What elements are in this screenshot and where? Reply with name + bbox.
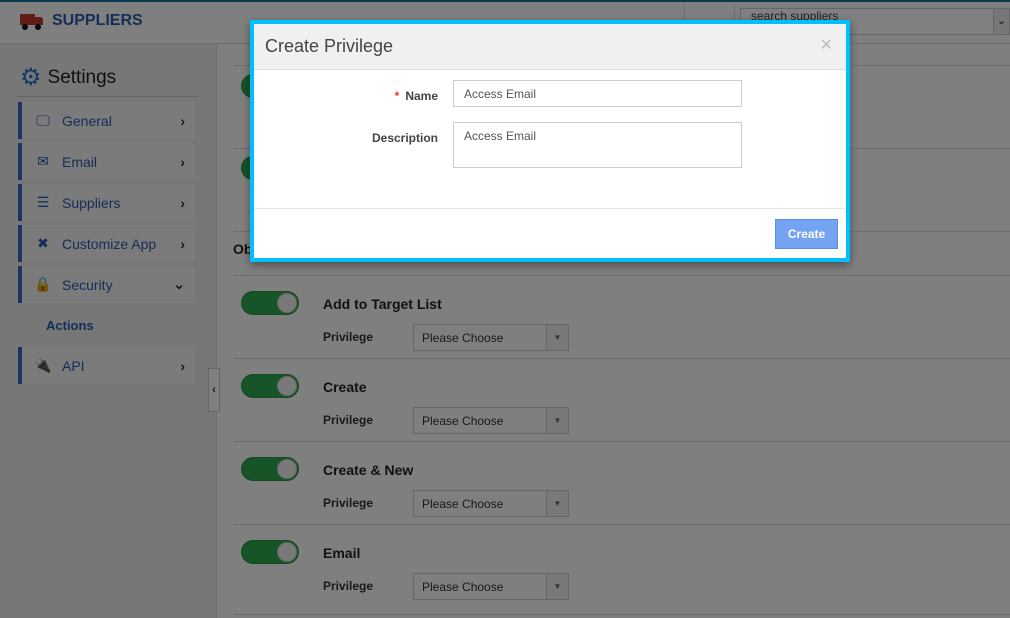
- create-privilege-modal: Create Privilege × * Name Description Acc…: [250, 20, 850, 262]
- modal-footer-divider: [254, 208, 846, 209]
- description-field[interactable]: Access Email: [453, 122, 742, 168]
- create-button[interactable]: Create: [775, 219, 838, 249]
- modal-title: Create Privilege: [265, 36, 394, 56]
- name-label: * Name: [395, 89, 438, 103]
- name-label-text: Name: [405, 89, 438, 103]
- chevron-down-icon[interactable]: ⌄: [993, 9, 1009, 34]
- name-field[interactable]: [453, 80, 742, 107]
- modal-header: Create Privilege ×: [254, 24, 846, 70]
- close-icon[interactable]: ×: [820, 34, 832, 57]
- description-label: Description: [371, 131, 438, 145]
- required-marker: *: [394, 89, 400, 103]
